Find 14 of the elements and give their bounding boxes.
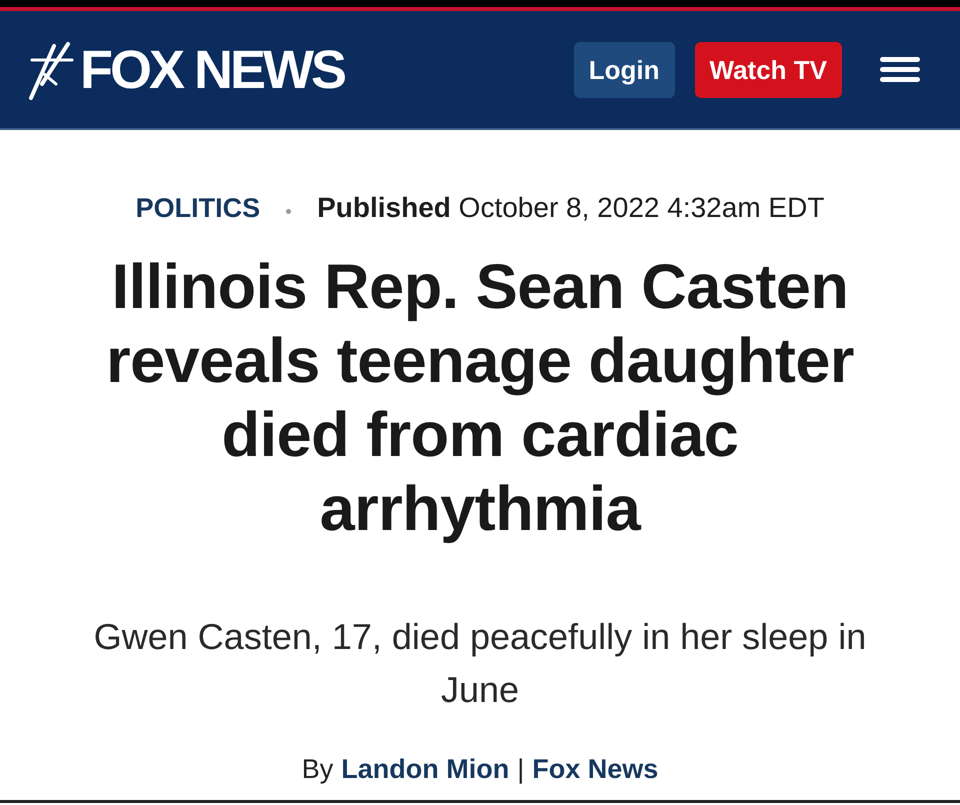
article-headline: Illinois Rep. Sean Casten reveals teenage daughter died from cardiac arrhythmia [105, 251, 855, 546]
login-button[interactable]: Login [574, 42, 675, 98]
category-link[interactable]: POLITICS [136, 194, 260, 222]
watch-button[interactable]: Watch TV [694, 42, 842, 98]
menu-icon[interactable] [880, 57, 920, 82]
byline-separator: | [517, 756, 524, 782]
site-logo[interactable]: FOX NEWS [28, 40, 344, 100]
publish-date: Published October 8, 2022 4:32am EDT [317, 194, 824, 222]
byline-prefix: By [302, 756, 334, 782]
separator-dot-icon [286, 208, 292, 214]
source-link[interactable]: Fox News [532, 756, 658, 782]
article-subheadline: Gwen Casten, 17, died peacefully in her sleep in June [92, 615, 868, 712]
author-link[interactable]: Landon Mion [341, 756, 510, 782]
logo-text: FOX NEWS [80, 42, 344, 96]
